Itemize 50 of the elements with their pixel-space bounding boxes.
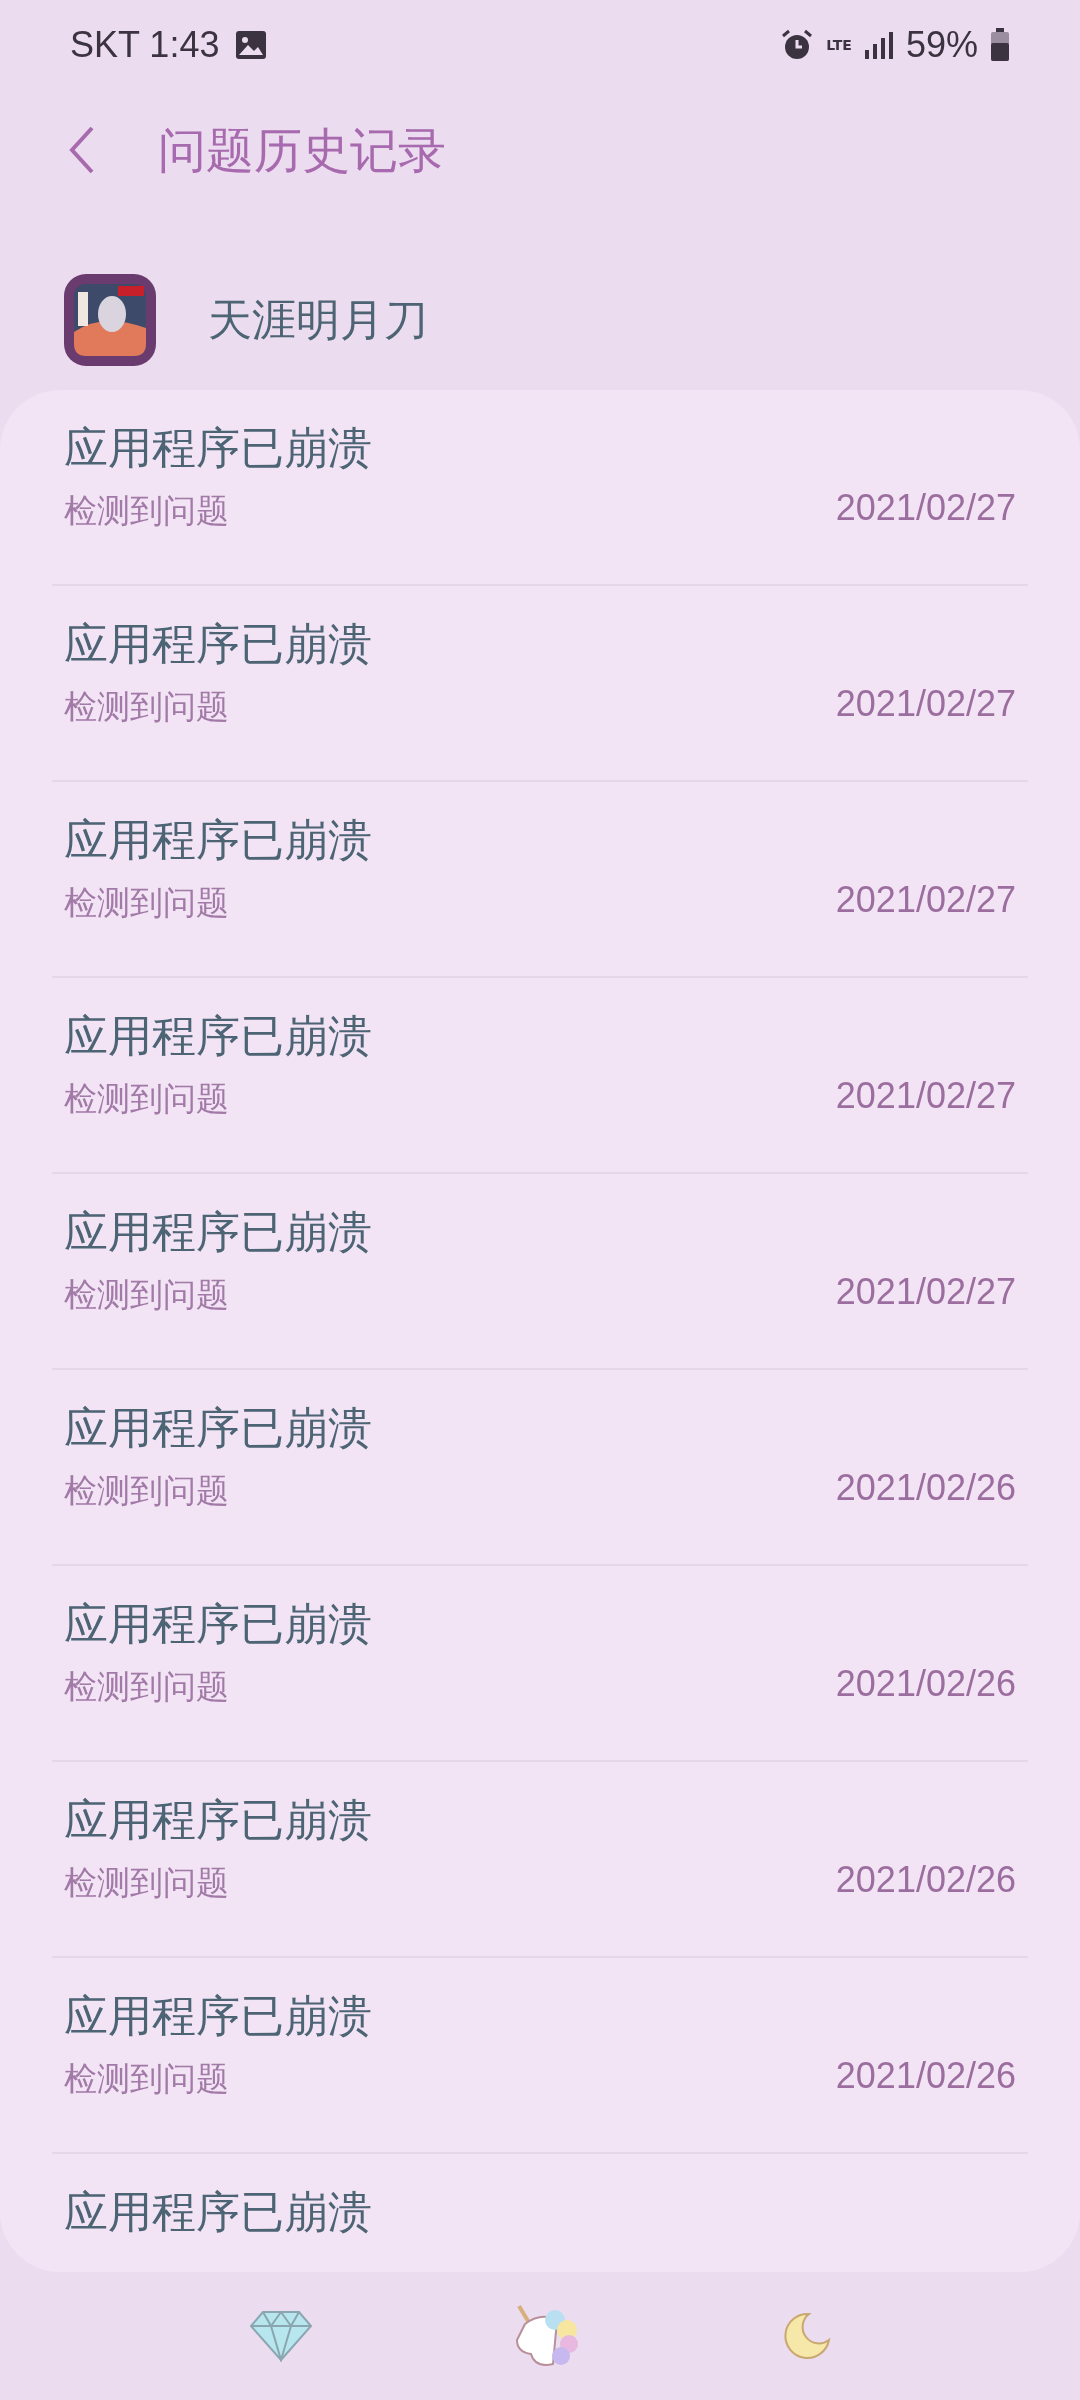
row-date: 2021/02/27	[835, 682, 1016, 726]
row-date: 2021/02/27	[835, 1074, 1016, 1118]
row-title: 应用程序已崩溃	[64, 1597, 373, 1651]
row-date: 2021/02/27	[835, 1270, 1016, 1314]
row-subtitle: 检测到问题	[64, 1665, 229, 1708]
row-date: 2021/02/27	[835, 486, 1016, 530]
history-row[interactable]: 应用程序已崩溃 检测到问题 2021/02/26	[52, 1566, 1028, 1762]
history-row[interactable]: 应用程序已崩溃 检测到问题 2021/02/27	[52, 782, 1028, 978]
page-title: 问题历史记录	[158, 121, 446, 180]
battery-percent: 59%	[905, 23, 978, 67]
status-time: SKT 1:43	[70, 23, 220, 67]
row-title: 应用程序已崩溃	[64, 1401, 373, 1455]
row-date: 2021/02/26	[835, 2054, 1016, 2098]
row-title: 应用程序已崩溃	[64, 2185, 373, 2239]
row-subtitle: 检测到问题	[64, 2057, 229, 2100]
history-row[interactable]: 应用程序已崩溃 检测到问题 2021/02/27	[52, 390, 1028, 586]
row-title: 应用程序已崩溃	[64, 421, 373, 475]
row-subtitle: 检测到问题	[64, 1077, 229, 1120]
history-row[interactable]: 应用程序已崩溃 检测到问题 2021/02/26	[52, 1370, 1028, 1566]
alarm-icon	[780, 28, 815, 62]
signal-icon	[863, 30, 894, 60]
row-subtitle: 检测到问题	[64, 1273, 229, 1316]
diamond-icon[interactable]	[249, 2310, 313, 2362]
row-date: 2021/02/26	[835, 1466, 1016, 1510]
row-title: 应用程序已崩溃	[64, 1793, 373, 1847]
network-label: LTE	[826, 38, 852, 52]
history-row[interactable]: 应用程序已崩溃 检测到问题 2021/02/27	[52, 586, 1028, 782]
back-icon	[69, 126, 95, 174]
history-row[interactable]: 应用程序已崩溃 检测到问题 2021/02/27	[52, 1174, 1028, 1370]
row-subtitle: 检测到问题	[64, 489, 229, 532]
history-row[interactable]: 应用程序已崩溃	[52, 2154, 1028, 2272]
row-subtitle: 检测到问题	[64, 881, 229, 924]
row-subtitle: 检测到问题	[64, 1861, 229, 1904]
app-name: 天涯明月刀	[208, 293, 428, 347]
row-date: 2021/02/27	[835, 878, 1016, 922]
row-title: 应用程序已崩溃	[64, 813, 373, 867]
image-icon	[235, 30, 268, 60]
history-row[interactable]: 应用程序已崩溃 检测到问题 2021/02/26	[52, 1762, 1028, 1958]
history-row[interactable]: 应用程序已崩溃 检测到问题 2021/02/26	[52, 1958, 1028, 2154]
row-title: 应用程序已崩溃	[64, 617, 373, 671]
row-date: 2021/02/26	[835, 1858, 1016, 1902]
history-row[interactable]: 应用程序已崩溃 检测到问题 2021/02/27	[52, 978, 1028, 1174]
row-title: 应用程序已崩溃	[64, 1009, 373, 1063]
app-icon	[62, 272, 158, 368]
row-title: 应用程序已崩溃	[64, 1205, 373, 1259]
row-subtitle: 检测到问题	[64, 685, 229, 728]
row-date: 2021/02/26	[835, 1662, 1016, 1706]
row-subtitle: 检测到问题	[64, 1469, 229, 1512]
row-title: 应用程序已崩溃	[64, 1989, 373, 2043]
battery-icon	[990, 28, 1010, 62]
